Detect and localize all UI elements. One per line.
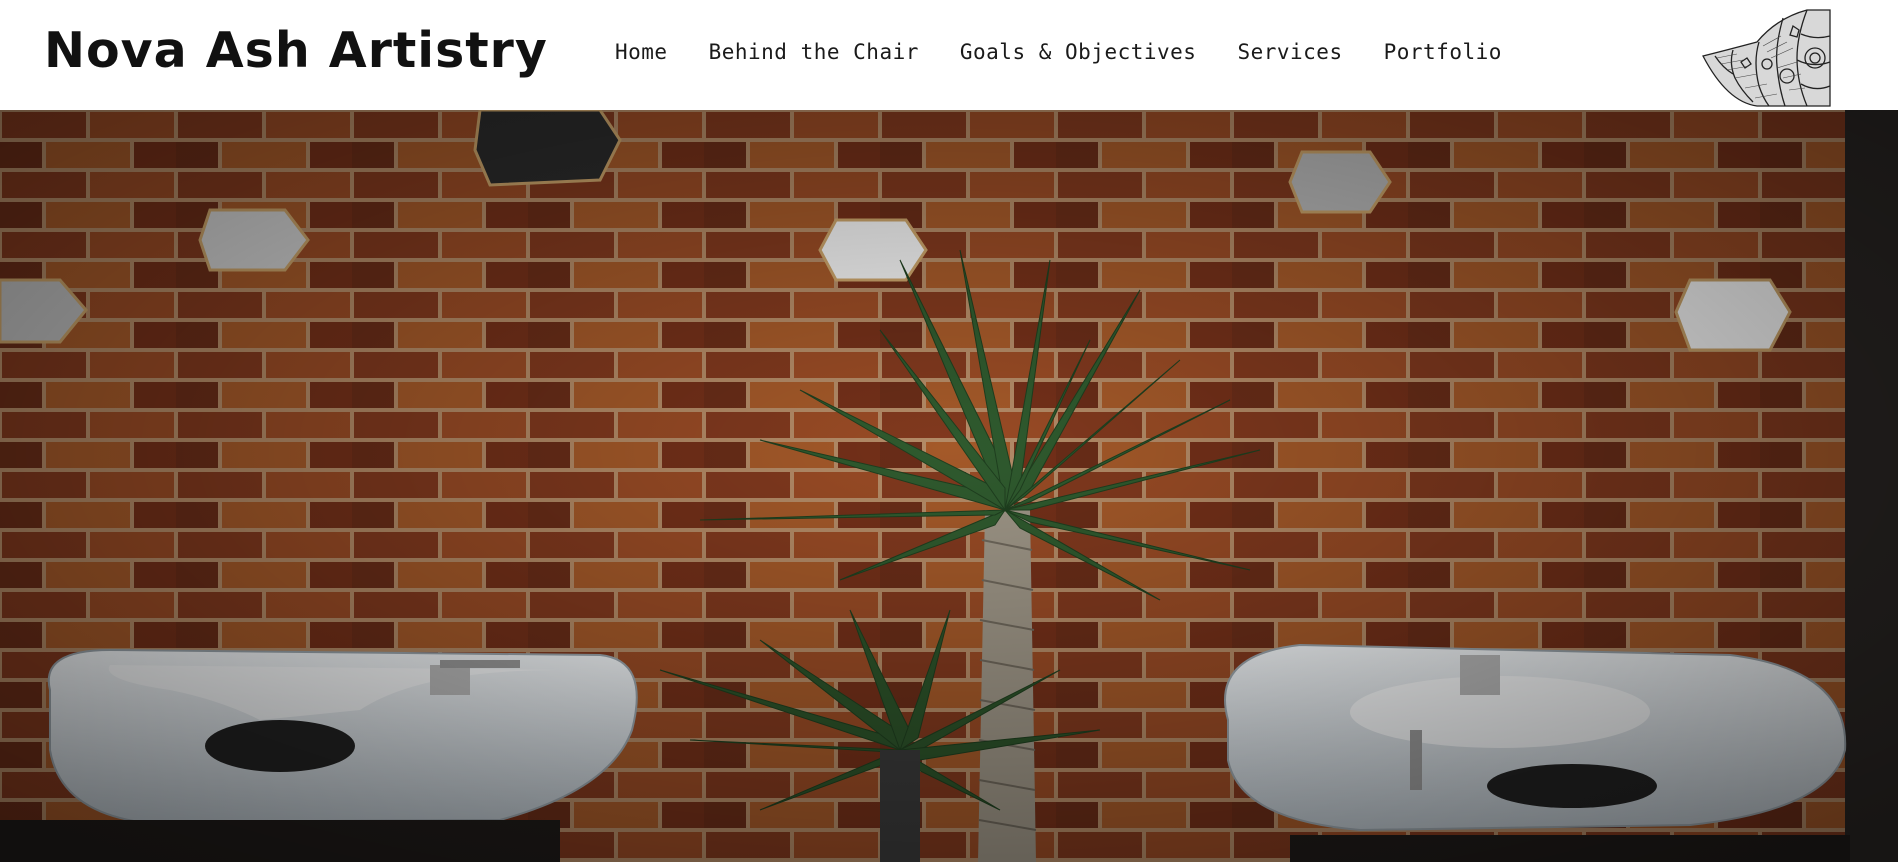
- nav-item-services[interactable]: Services: [1237, 40, 1342, 64]
- nav-item-portfolio[interactable]: Portfolio: [1384, 40, 1502, 64]
- brand-logo-text[interactable]: Nova Ash Artistry: [44, 22, 548, 79]
- main-nav: Home Behind the Chair Goals & Objectives…: [615, 40, 1543, 64]
- lotus-mandala-svg: [1702, 9, 1831, 107]
- nav-item-behind-the-chair[interactable]: Behind the Chair: [709, 40, 919, 64]
- hero-image: [0, 110, 1898, 862]
- site-header: Nova Ash Artistry Home Behind the Chair …: [0, 0, 1898, 110]
- nav-item-home[interactable]: Home: [615, 40, 668, 64]
- salon-interior-photo: [0, 110, 1898, 862]
- lotus-mandala-icon[interactable]: [1697, 6, 1832, 108]
- nav-item-goals-objectives[interactable]: Goals & Objectives: [960, 40, 1197, 64]
